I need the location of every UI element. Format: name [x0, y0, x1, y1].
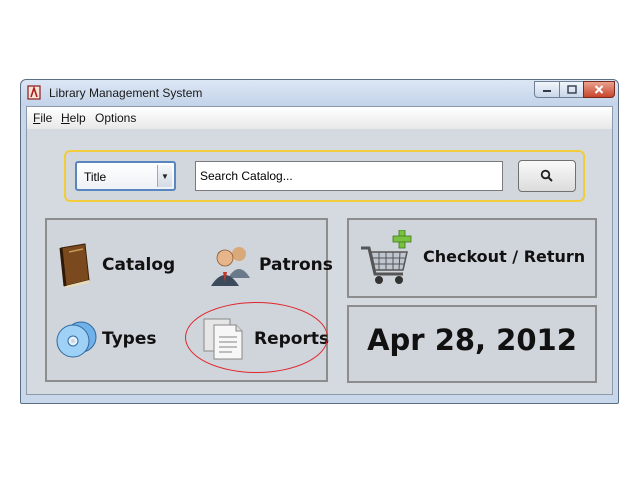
search-button[interactable] — [518, 160, 576, 192]
date-panel: Apr 28, 2012 — [347, 305, 597, 383]
menu-bar: File Help Options — [27, 107, 612, 130]
menu-file-label: ile — [40, 111, 53, 125]
app-window: Library Management System File Help Opti… — [20, 79, 619, 404]
title-bar[interactable]: Library Management System — [21, 80, 618, 106]
catalog-label: Catalog — [102, 255, 176, 275]
checkout-return-button[interactable]: Checkout / Return — [347, 218, 597, 298]
people-icon — [211, 247, 250, 286]
search-field-select[interactable]: Title ▼ — [75, 161, 176, 191]
disc-icon — [56, 321, 97, 358]
search-input[interactable]: Search Catalog... — [195, 161, 503, 191]
navigation-panel: Catalog Patrons Types Reports — [45, 218, 333, 382]
search-icon — [540, 169, 553, 182]
document-icon — [203, 318, 243, 360]
window-title: Library Management System — [49, 86, 203, 100]
types-button[interactable]: Types — [55, 317, 156, 361]
maximize-button[interactable] — [559, 81, 584, 98]
menu-help-label: elp — [69, 111, 86, 125]
book-icon — [59, 243, 90, 288]
window-client-area: File Help Options Title ▼ Search Catalog… — [26, 106, 613, 395]
shopping-cart-icon — [361, 230, 412, 284]
checkout-return-label: Checkout / Return — [423, 247, 586, 266]
search-panel: Title ▼ Search Catalog... — [64, 150, 585, 202]
patrons-label: Patrons — [259, 255, 333, 275]
maximize-icon — [566, 85, 577, 94]
search-field-value: Title — [84, 170, 107, 184]
reports-label: Reports — [254, 329, 330, 349]
patrons-button[interactable]: Patrons — [209, 242, 333, 288]
dropdown-arrow-icon[interactable]: ▼ — [157, 165, 172, 187]
minimize-button[interactable] — [534, 81, 560, 98]
current-date: Apr 28, 2012 — [367, 323, 577, 357]
main-content: Title ▼ Search Catalog... Catalog Patron… — [27, 129, 612, 394]
types-label: Types — [102, 329, 157, 349]
catalog-button[interactable]: Catalog — [55, 242, 175, 288]
menu-help-mnemonic: H — [61, 111, 70, 125]
menu-options[interactable]: Options — [95, 111, 136, 125]
close-button[interactable] — [583, 81, 615, 98]
menu-help[interactable]: Help — [61, 111, 86, 125]
close-icon — [594, 85, 604, 94]
app-book-icon — [27, 85, 41, 100]
menu-file[interactable]: File — [33, 111, 52, 125]
reports-button[interactable]: Reports — [202, 317, 329, 361]
minimize-icon — [543, 89, 551, 92]
